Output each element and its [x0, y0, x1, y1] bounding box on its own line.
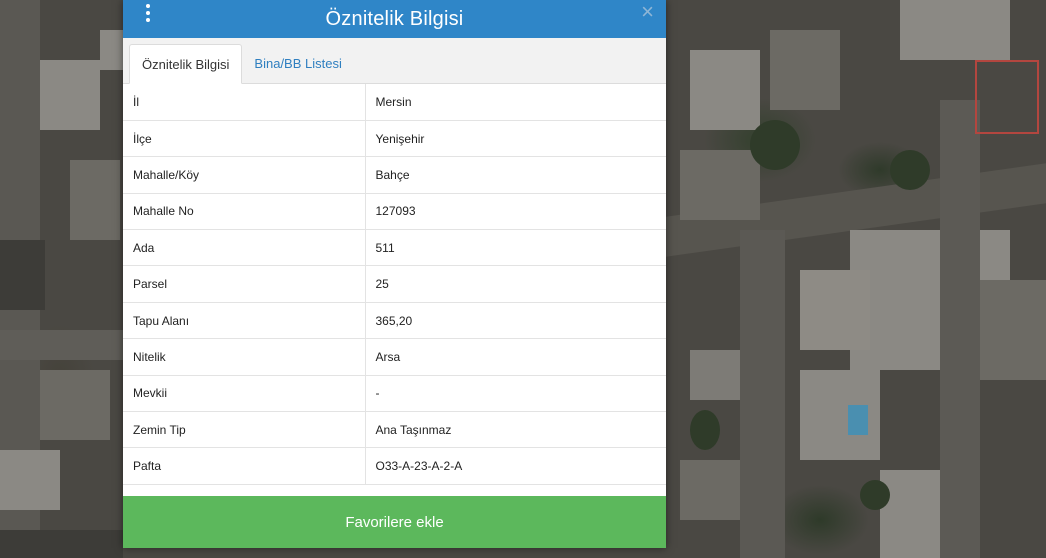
attribute-value: 511 — [365, 229, 666, 267]
attribute-value: Ana Taşınmaz — [365, 411, 666, 449]
attribute-value: - — [365, 375, 666, 413]
map-building — [0, 450, 60, 510]
attribute-value: Arsa — [365, 338, 666, 376]
dialog-title: Öznitelik Bilgisi — [325, 7, 464, 30]
map-building — [40, 370, 110, 440]
map-road — [940, 100, 980, 558]
attribute-key: Parsel — [123, 265, 366, 303]
attribute-value: 127093 — [365, 193, 666, 231]
map-building — [690, 350, 740, 400]
map-building — [0, 240, 45, 310]
map-tree — [890, 150, 930, 190]
attribute-value: 365,20 — [365, 302, 666, 340]
table-row: Zemin Tip Ana Taşınmaz — [123, 411, 666, 449]
attribute-key: İlçe — [123, 120, 366, 158]
map-building — [70, 160, 120, 240]
table-row: Ada 511 — [123, 229, 666, 267]
tab-building-list[interactable]: Bina/BB Listesi — [242, 43, 353, 83]
map-building — [690, 50, 760, 130]
map-building — [40, 60, 100, 130]
map-parcel-outline — [975, 60, 1039, 134]
table-row: Nitelik Arsa — [123, 338, 666, 376]
dialog-header: Öznitelik Bilgisi × — [123, 0, 666, 38]
map-pool — [848, 405, 868, 435]
attribute-key: Mevkii — [123, 375, 366, 413]
map-road — [740, 230, 785, 558]
attribute-key: Nitelik — [123, 338, 366, 376]
attribute-key: Pafta — [123, 447, 366, 485]
map-tree — [690, 410, 720, 450]
table-row: Pafta O33-A-23-A-2-A — [123, 447, 666, 485]
attribute-table: İl Mersin İlçe Yenişehir Mahalle/Köy Bah… — [123, 84, 666, 485]
table-row: Tapu Alanı 365,20 — [123, 302, 666, 340]
attribute-value: O33-A-23-A-2-A — [365, 447, 666, 485]
attribute-key: Mahalle No — [123, 193, 366, 231]
map-building — [800, 370, 880, 460]
attribute-key: Tapu Alanı — [123, 302, 366, 340]
vertical-dots-icon[interactable] — [143, 2, 153, 24]
table-row: İl Mersin — [123, 84, 666, 121]
map-building — [680, 150, 760, 220]
table-row: Mevkii - — [123, 375, 666, 413]
map-road — [0, 330, 123, 360]
table-row: Parsel 25 — [123, 265, 666, 303]
close-icon[interactable]: × — [641, 1, 654, 23]
tab-bar: Öznitelik Bilgisi Bina/BB Listesi — [123, 38, 666, 84]
table-row: İlçe Yenişehir — [123, 120, 666, 158]
attribute-key: Mahalle/Köy — [123, 156, 366, 194]
map-building — [900, 0, 1010, 60]
table-row: Mahalle No 127093 — [123, 193, 666, 231]
attribute-info-dialog: Öznitelik Bilgisi × Öznitelik Bilgisi Bi… — [123, 0, 666, 548]
map-building — [800, 270, 870, 350]
map-building — [980, 280, 1046, 380]
table-row: Mahalle/Köy Bahçe — [123, 156, 666, 194]
map-tree — [860, 480, 890, 510]
attribute-key: Zemin Tip — [123, 411, 366, 449]
map-building — [770, 30, 840, 110]
attribute-value: Yenişehir — [365, 120, 666, 158]
map-tree — [750, 120, 800, 170]
tab-attribute-info[interactable]: Öznitelik Bilgisi — [129, 44, 243, 84]
map-building — [680, 460, 740, 520]
attribute-key: İl — [123, 84, 366, 121]
map-building — [0, 530, 123, 558]
attribute-value: 25 — [365, 265, 666, 303]
attribute-value: Mersin — [365, 84, 666, 121]
attribute-value: Bahçe — [365, 156, 666, 194]
map-building — [100, 30, 123, 70]
add-to-favorites-button[interactable]: Favorilere ekle — [123, 496, 666, 548]
attribute-key: Ada — [123, 229, 366, 267]
